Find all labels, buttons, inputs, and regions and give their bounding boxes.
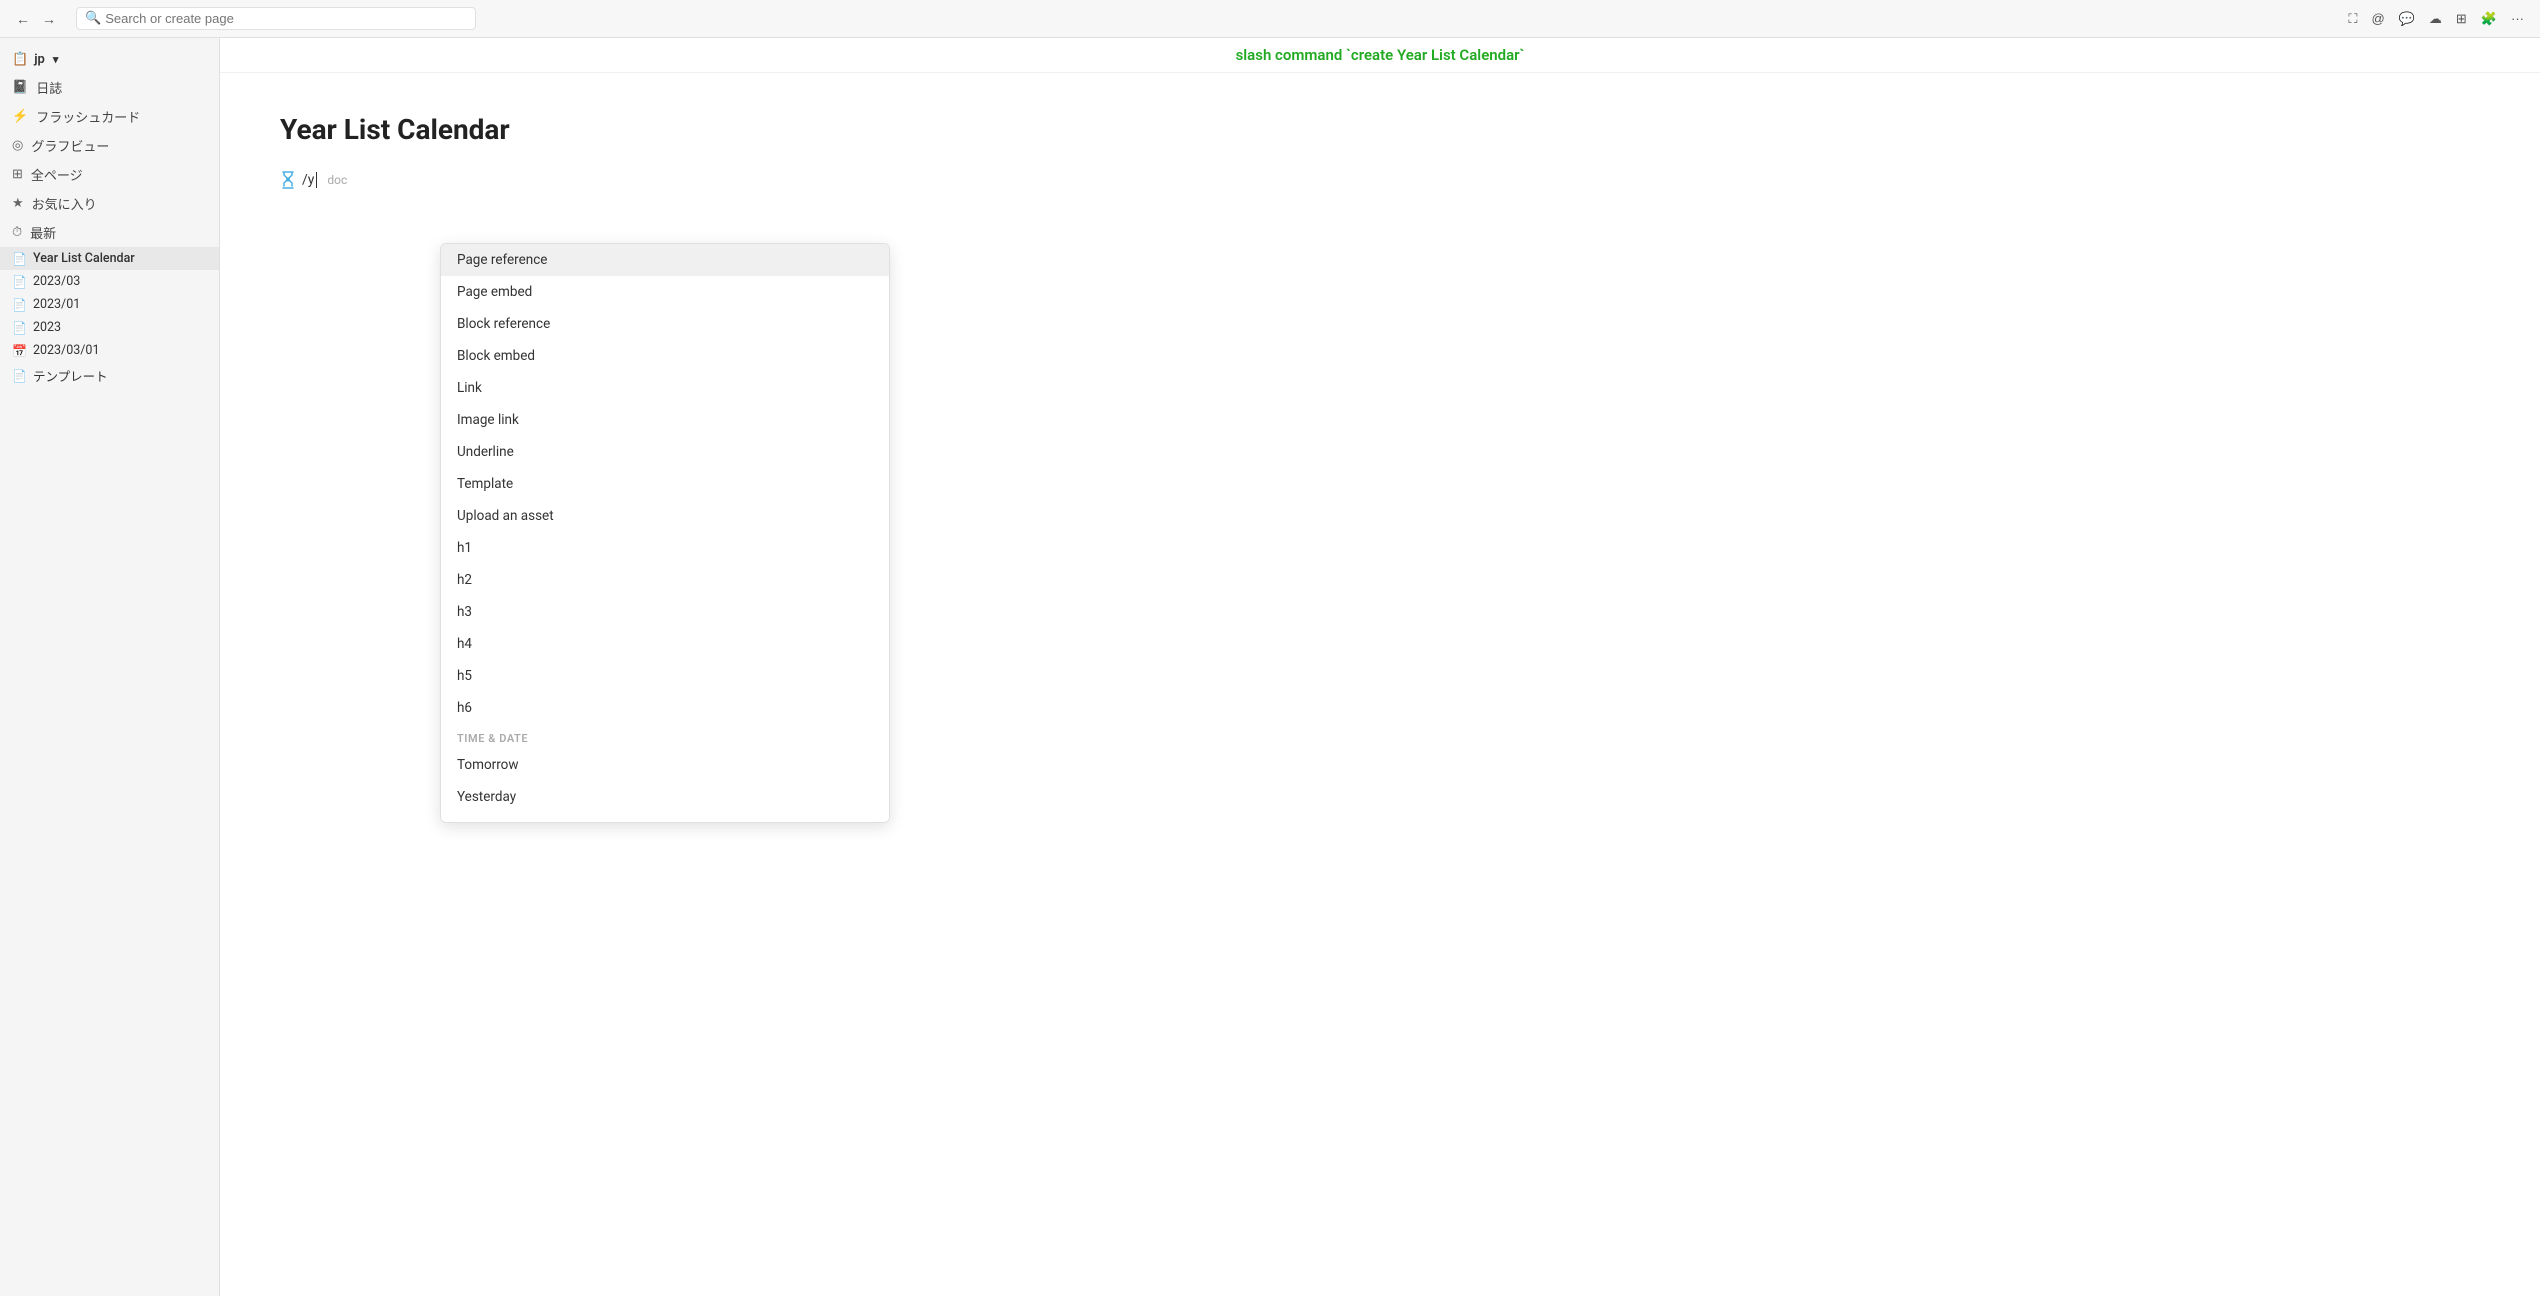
page-label-template: テンプレート bbox=[33, 366, 108, 385]
page-label-year: Year List Calendar bbox=[33, 251, 135, 266]
announcement-banner: slash command `create Year List Calendar… bbox=[220, 38, 2540, 73]
dropdown-item-h4[interactable]: h4 bbox=[441, 628, 889, 660]
page-label-2023-03: 2023/03 bbox=[33, 274, 80, 289]
page-icon-2023-01: 📄 bbox=[12, 298, 27, 312]
workspace-item[interactable]: 📋 jp ▾ bbox=[0, 46, 219, 73]
page-content[interactable]: Year List Calendar /y doc bbox=[220, 73, 2540, 1296]
graph-label: グラフビュー bbox=[31, 136, 109, 155]
dropdown-item-image-link[interactable]: Image link bbox=[441, 404, 889, 436]
sidebar-item-favorites[interactable]: ★ お気に入り bbox=[0, 189, 219, 218]
cloud-button[interactable]: ☁ bbox=[2425, 9, 2446, 29]
page-title: Year List Calendar bbox=[280, 113, 2480, 146]
sidebar-item-graph[interactable]: ◎ グラフビュー bbox=[0, 131, 219, 160]
recent-icon: ⏱ bbox=[12, 225, 22, 240]
puzzle-button[interactable]: 🧩 bbox=[2477, 9, 2501, 29]
editor-input-area[interactable]: /y bbox=[302, 172, 317, 188]
page-icon-2023-03: 📄 bbox=[12, 275, 27, 289]
workspace-chevron: ▾ bbox=[53, 53, 59, 66]
sidebar-page-2023-01[interactable]: 📄 2023/01 bbox=[0, 293, 219, 316]
search-bar[interactable]: 🔍 bbox=[76, 7, 476, 30]
page-icon-template: 📄 bbox=[12, 369, 27, 383]
nav-forward-button[interactable]: → bbox=[38, 7, 60, 31]
dropdown-item-h3[interactable]: h3 bbox=[441, 596, 889, 628]
page-label-2023: 2023 bbox=[33, 320, 61, 335]
flashcard-label: フラッシュカード bbox=[36, 107, 140, 126]
dropdown-item-h1[interactable]: h1 bbox=[441, 532, 889, 564]
dropdown-item-page-embed[interactable]: Page embed bbox=[441, 276, 889, 308]
sidebar-item-all-pages[interactable]: ⊞ 全ページ bbox=[0, 160, 219, 189]
favorites-icon: ★ bbox=[12, 196, 24, 211]
page-icon-2023-03-01: 📅 bbox=[12, 344, 27, 358]
dropdown-item-block-embed[interactable]: Block embed bbox=[441, 340, 889, 372]
dropdown-item-today[interactable]: Today bbox=[441, 813, 889, 823]
page-label-2023-01: 2023/01 bbox=[33, 297, 80, 312]
announcement-text: slash command `create Year List Calendar… bbox=[1236, 46, 1525, 64]
dropdown-item-yesterday[interactable]: Yesterday bbox=[441, 781, 889, 813]
sidebar-page-2023-03-01[interactable]: 📅 2023/03/01 bbox=[0, 339, 219, 362]
page-icon-2023: 📄 bbox=[12, 321, 27, 335]
nav-back-button[interactable]: ← bbox=[12, 7, 34, 31]
sidebar: 📋 jp ▾ 📓 日誌 ⚡ フラッシュカード ◎ グラフビュー ⊞ 全ページ ★… bbox=[0, 38, 220, 1296]
dropdown-item-h6[interactable]: h6 bbox=[441, 692, 889, 724]
sidebar-page-2023[interactable]: 📄 2023 bbox=[0, 316, 219, 339]
all-pages-icon: ⊞ bbox=[12, 167, 23, 182]
dropdown-item-upload-asset[interactable]: Upload an asset bbox=[441, 500, 889, 532]
page-label-2023-03-01: 2023/03/01 bbox=[33, 343, 100, 358]
search-icon: 🔍 bbox=[85, 11, 101, 26]
editor-line: /y doc bbox=[280, 170, 2480, 190]
fullscreen-button[interactable]: ⛶ bbox=[2344, 9, 2361, 29]
all-pages-label: 全ページ bbox=[31, 165, 83, 184]
dropdown-item-link[interactable]: Link bbox=[441, 372, 889, 404]
journal-icon: 📓 bbox=[12, 80, 28, 95]
sidebar-item-recent[interactable]: ⏱ 最新 bbox=[0, 218, 219, 247]
dropdown-item-page-reference[interactable]: Page reference bbox=[441, 244, 889, 276]
dropdown-item-tomorrow[interactable]: Tomorrow bbox=[441, 749, 889, 781]
workspace-label: jp bbox=[34, 52, 45, 67]
titlebar-right: ⛶ @ 💬 ☁ ⊞ 🧩 ··· bbox=[2344, 9, 2528, 29]
titlebar-nav: ← → bbox=[12, 7, 60, 31]
recent-label: 最新 bbox=[30, 223, 56, 242]
sidebar-page-template[interactable]: 📄 テンプレート bbox=[0, 362, 219, 389]
content-area: slash command `create Year List Calendar… bbox=[220, 38, 2540, 1296]
bullet-icon bbox=[280, 172, 296, 188]
chat-button[interactable]: 💬 bbox=[2395, 9, 2419, 29]
dropdown-item-template[interactable]: Template bbox=[441, 468, 889, 500]
page-icon-year: 📄 bbox=[12, 252, 27, 266]
layout-button[interactable]: ⊞ bbox=[2452, 9, 2471, 29]
dropdown-item-underline[interactable]: Underline bbox=[441, 436, 889, 468]
dropdown-item-h2[interactable]: h2 bbox=[441, 564, 889, 596]
dropdown-item-h5[interactable]: h5 bbox=[441, 660, 889, 692]
workspace-icon: 📋 bbox=[12, 52, 28, 67]
titlebar: ← → 🔍 ⛶ @ 💬 ☁ ⊞ 🧩 ··· bbox=[0, 0, 2540, 38]
journal-label: 日誌 bbox=[36, 78, 62, 97]
sidebar-item-flashcard[interactable]: ⚡ フラッシュカード bbox=[0, 102, 219, 131]
more-button[interactable]: ··· bbox=[2507, 9, 2528, 28]
favorites-label: お気に入り bbox=[32, 194, 97, 213]
editor-area: /y doc bbox=[280, 170, 2480, 190]
sidebar-page-year-list-calendar[interactable]: 📄 Year List Calendar bbox=[0, 247, 219, 270]
dropdown-item-block-reference[interactable]: Block reference bbox=[441, 308, 889, 340]
slash-command-dropdown[interactable]: Page reference Page embed Block referenc… bbox=[440, 243, 890, 823]
at-button[interactable]: @ bbox=[2368, 9, 2389, 28]
text-cursor bbox=[316, 172, 317, 188]
sidebar-item-journal[interactable]: 📓 日誌 bbox=[0, 73, 219, 102]
app-body: 📋 jp ▾ 📓 日誌 ⚡ フラッシュカード ◎ グラフビュー ⊞ 全ページ ★… bbox=[0, 38, 2540, 1296]
flashcard-icon: ⚡ bbox=[12, 109, 28, 124]
graph-icon: ◎ bbox=[12, 138, 23, 153]
sidebar-page-2023-03[interactable]: 📄 2023/03 bbox=[0, 270, 219, 293]
slash-text: /y bbox=[302, 172, 314, 188]
search-input[interactable] bbox=[105, 11, 467, 26]
time-date-section-label: TIME & DATE bbox=[441, 724, 889, 749]
editor-hint: doc bbox=[327, 173, 347, 187]
